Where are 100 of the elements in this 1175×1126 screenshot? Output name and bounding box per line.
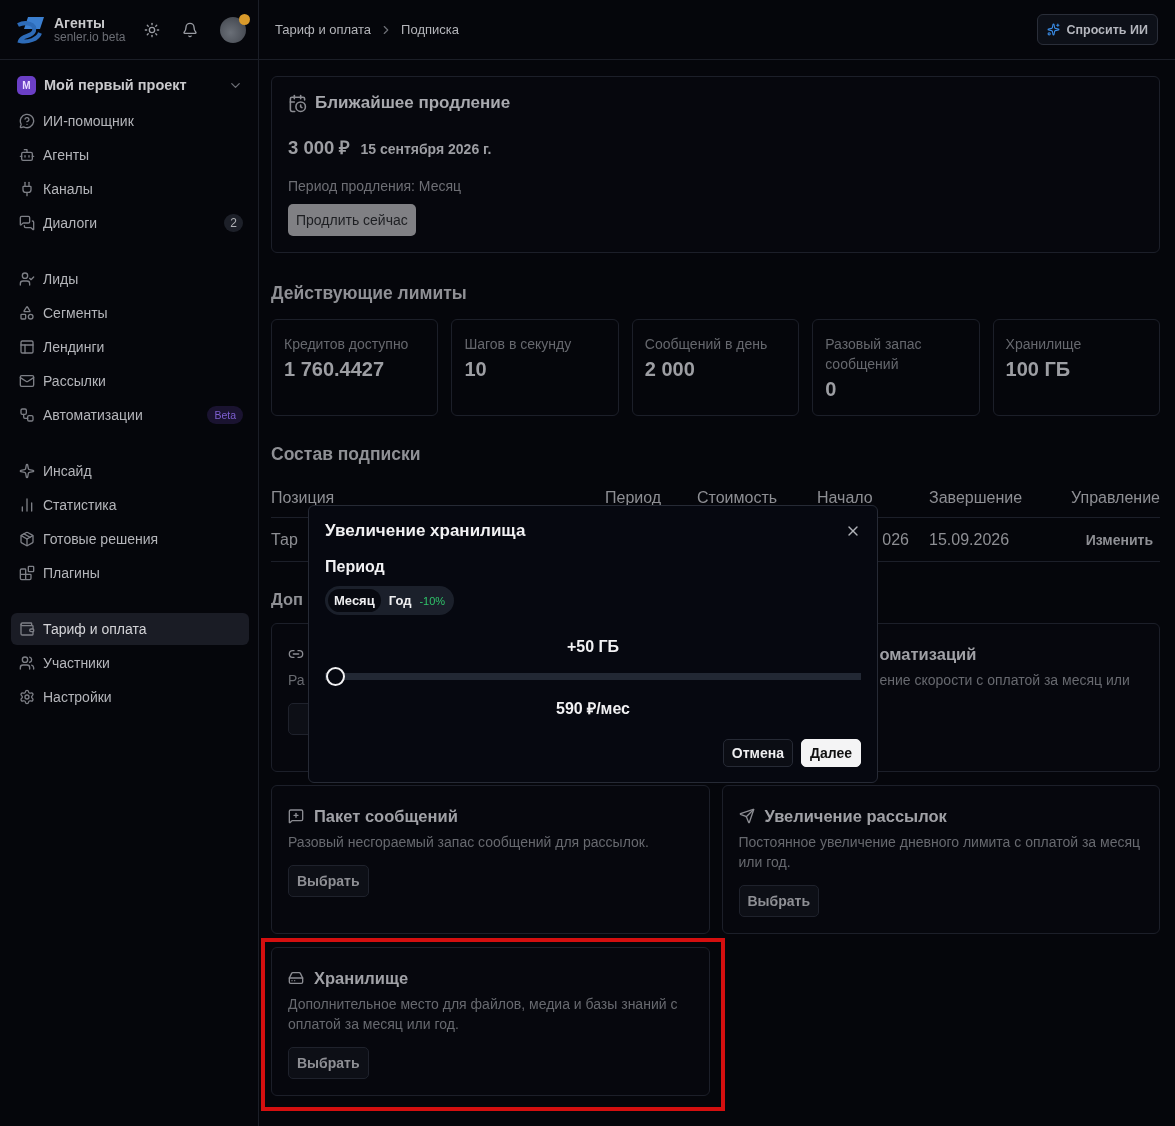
addon-title: Пакет сообщений (314, 806, 458, 826)
sidebar-item-label: Тариф и оплата (43, 621, 148, 637)
limit-value: 10 (464, 358, 488, 381)
sidebar-item[interactable]: Плагины (11, 557, 249, 589)
change-link[interactable]: Изменить (1085, 531, 1153, 548)
select-button[interactable]: Выбрать (288, 865, 369, 897)
limit-label: Хранилище (1005, 335, 1083, 354)
section-title: Действующие лимиты (271, 283, 468, 304)
sidebar-item[interactable]: Автоматизации Beta (11, 399, 249, 431)
sidebar-item-label: Диалоги (43, 215, 99, 231)
menu-item-icon (19, 407, 35, 423)
renewal-period: Период продления: Месяц (288, 178, 463, 194)
shapes-icon (19, 305, 35, 321)
sidebar-item[interactable]: Диалоги 2 (11, 207, 249, 239)
message-plus-icon (288, 808, 304, 824)
sidebar-item[interactable]: Лендинги (11, 331, 249, 363)
ask-ai-button[interactable]: Спросить ИИ (1037, 14, 1158, 45)
sidebar-item[interactable]: Готовые решения (11, 523, 249, 555)
column-header: Управление (1068, 479, 1160, 518)
sidebar-item[interactable]: Агенты (11, 139, 249, 171)
breadcrumb-link[interactable]: Тариф и оплата (275, 22, 372, 37)
users-icon (19, 655, 35, 671)
sidebar-item-label: Участники (43, 655, 111, 671)
addon-description: Дополнительное место для файлов, медиа и базы знаний с оплатой за месяц или год. (288, 995, 679, 1034)
layout-icon (19, 339, 35, 355)
drive-icon (288, 970, 304, 986)
notification-dot (239, 13, 250, 25)
calendar-clock-icon (288, 93, 307, 113)
limit-value: 2 000 (644, 358, 696, 381)
renewal-amount: 3 000 ₽ (288, 136, 351, 159)
project-name: Мой первый проект (44, 77, 188, 93)
blocks-icon (19, 565, 35, 581)
sidebar-item[interactable]: Рассылки (11, 365, 249, 397)
sidebar-item[interactable]: Настройки (11, 681, 249, 713)
addon-description: Ра (288, 671, 305, 690)
sidebar-item[interactable]: Инсайд (11, 455, 249, 487)
logo-icon (14, 14, 46, 45)
sidebar-item[interactable]: Лиды (11, 263, 249, 295)
column-header: Завершение (929, 479, 1068, 518)
sidebar-item-label: Инсайд (43, 463, 93, 479)
limit-label: Сообщений в день (644, 335, 769, 354)
limit-label: Разовый запас сообщений (825, 335, 923, 374)
card-title: Ближайшее продление (315, 93, 511, 113)
brand-subtitle: senler.io beta (54, 29, 127, 44)
limit-value: 1 760.4427 (284, 358, 386, 381)
limit-value: 0 (825, 378, 838, 401)
sidebar-item[interactable]: ИИ-помощник (11, 105, 249, 137)
robot-icon (19, 147, 35, 163)
discount-label: -10% (419, 594, 446, 607)
package-icon (19, 531, 35, 547)
sidebar-item-label: Лиды (43, 271, 80, 287)
next-button[interactable]: Далее (800, 739, 861, 767)
chat-bubbles-icon (19, 215, 35, 231)
select-button[interactable]: Выбрать (738, 885, 819, 917)
bell-icon[interactable] (182, 21, 198, 38)
settings-icon (19, 689, 35, 705)
section-title: Доп (271, 590, 303, 609)
price: 590 ₽/мес (556, 699, 630, 719)
table-cell: Тар (271, 530, 298, 549)
renew-button[interactable]: Продлить сейчас (288, 204, 416, 236)
wallet-icon (19, 621, 35, 637)
project-selector[interactable]: М Мой первый проект (11, 72, 249, 98)
sparkles-icon (1047, 23, 1061, 36)
sidebar-item-label: Статистика (43, 497, 118, 513)
sidebar-item[interactable]: Тариф и оплата (11, 613, 249, 645)
section-title: Состав подписки (271, 444, 422, 465)
sidebar-item[interactable]: Каналы (11, 173, 249, 205)
question-chat-icon (19, 113, 35, 129)
select-button[interactable]: Выбрать (288, 1047, 369, 1079)
mail-icon (19, 373, 35, 389)
period-option[interactable]: Месяц (328, 589, 381, 612)
sidebar-item-label: Лендинги (43, 339, 106, 355)
addon-title: оматизаций (879, 644, 977, 664)
period-option[interactable]: Год -10% (382, 589, 452, 612)
sun-icon[interactable] (144, 21, 160, 38)
table-cell: 026 (882, 530, 909, 549)
table-cell: 15.09.2026 (929, 530, 1010, 549)
addon-description: Разовый несгораемый запас сообщений для рассылок. (288, 833, 649, 852)
bar-chart-icon (19, 497, 35, 513)
limit-label: Кредитов доступно (284, 335, 410, 354)
sidebar-item-label: Каналы (43, 181, 94, 197)
count-badge: 2 (224, 214, 243, 232)
dialog-title: Увеличение хранилища (325, 521, 526, 541)
sidebar-item-label: Настройки (43, 689, 113, 705)
brand-name: Агенты (54, 15, 106, 30)
slider-thumb[interactable] (326, 667, 345, 686)
sidebar-item[interactable]: Сегменты (11, 297, 249, 329)
sidebar-item-label: ИИ-помощник (43, 113, 135, 129)
storage-amount: +50 ГБ (566, 638, 620, 656)
addon-description: Постоянное увеличение дневного лимита с оплатой за месяц или год. (738, 833, 1142, 872)
limit-value: 100 ГБ (1005, 358, 1072, 381)
sidebar-item[interactable]: Участники (11, 647, 249, 679)
breadcrumb-current: Подписка (401, 22, 459, 37)
send-icon (738, 808, 755, 824)
sidebar-item[interactable]: Статистика (11, 489, 249, 521)
addon-title: Увеличение рассылок (764, 806, 947, 826)
project-initial: М (17, 75, 36, 95)
cancel-button[interactable]: Отмена (722, 739, 793, 767)
user-check-icon (19, 271, 35, 287)
addon-description: ение скорости с оплатой за месяц или (878, 671, 1130, 690)
